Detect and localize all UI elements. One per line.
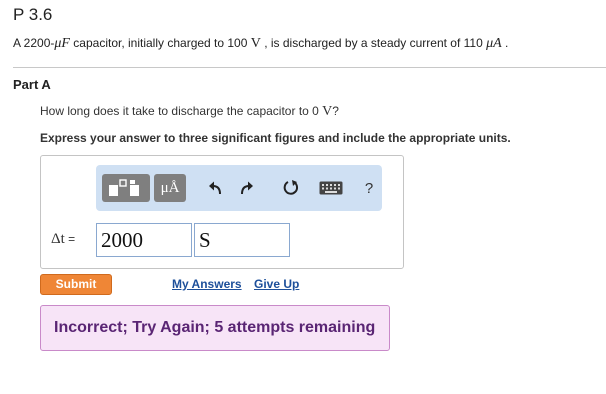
- my-answers-link[interactable]: My Answers: [172, 277, 242, 291]
- keyboard-icon: [319, 181, 343, 195]
- capacitance-unit: μF: [54, 36, 70, 51]
- redo-button[interactable]: [232, 174, 262, 202]
- part-label: Part A: [13, 77, 51, 92]
- problem-title: P 3.6: [13, 5, 53, 24]
- undo-icon: [209, 181, 221, 195]
- problem-text-prefix: A 2200-: [13, 36, 55, 50]
- answer-instructions: Express your answer to three significant…: [40, 131, 511, 145]
- help-button[interactable]: ?: [354, 174, 384, 202]
- answer-units-input[interactable]: S: [194, 223, 290, 257]
- templates-icon: [109, 179, 139, 196]
- answer-panel: μÅ ? Δt = 2000 S: [40, 155, 404, 269]
- answer-variable-label: Δt =: [51, 231, 75, 248]
- equals-sign: =: [64, 232, 76, 246]
- problem-text-after-voltage: , is discharged by a steady current of 1…: [260, 36, 487, 50]
- question-suffix: ?: [332, 104, 339, 118]
- undo-button[interactable]: [200, 174, 230, 202]
- problem-statement: A 2200-μF capacitor, initially charged t…: [13, 36, 508, 52]
- problem-text-middle: capacitor, initially charged to 100: [69, 36, 251, 50]
- variable-symbol: Δt: [51, 231, 65, 247]
- feedback-message: Incorrect; Try Again; 5 attempts remaini…: [40, 305, 390, 351]
- voltage-unit: V: [250, 36, 261, 51]
- give-up-link[interactable]: Give Up: [254, 277, 299, 291]
- help-icon: ?: [364, 179, 374, 197]
- problem-text-end: .: [501, 36, 509, 50]
- submit-button[interactable]: Submit: [40, 274, 112, 295]
- keyboard-button[interactable]: [317, 174, 345, 202]
- equation-toolbar: μÅ ?: [96, 165, 382, 211]
- templates-button[interactable]: [102, 174, 150, 202]
- current-unit: μA: [486, 36, 502, 51]
- question-unit: V: [322, 104, 333, 119]
- units-button[interactable]: μÅ: [154, 174, 186, 202]
- question-text: How long does it take to discharge the c…: [40, 104, 339, 120]
- reset-icon: [283, 180, 299, 195]
- answer-value-input[interactable]: 2000: [96, 223, 192, 257]
- redo-icon: [241, 181, 253, 195]
- question-prefix: How long does it take to discharge the c…: [40, 104, 323, 118]
- section-divider: [13, 67, 606, 68]
- reset-button[interactable]: [276, 174, 306, 202]
